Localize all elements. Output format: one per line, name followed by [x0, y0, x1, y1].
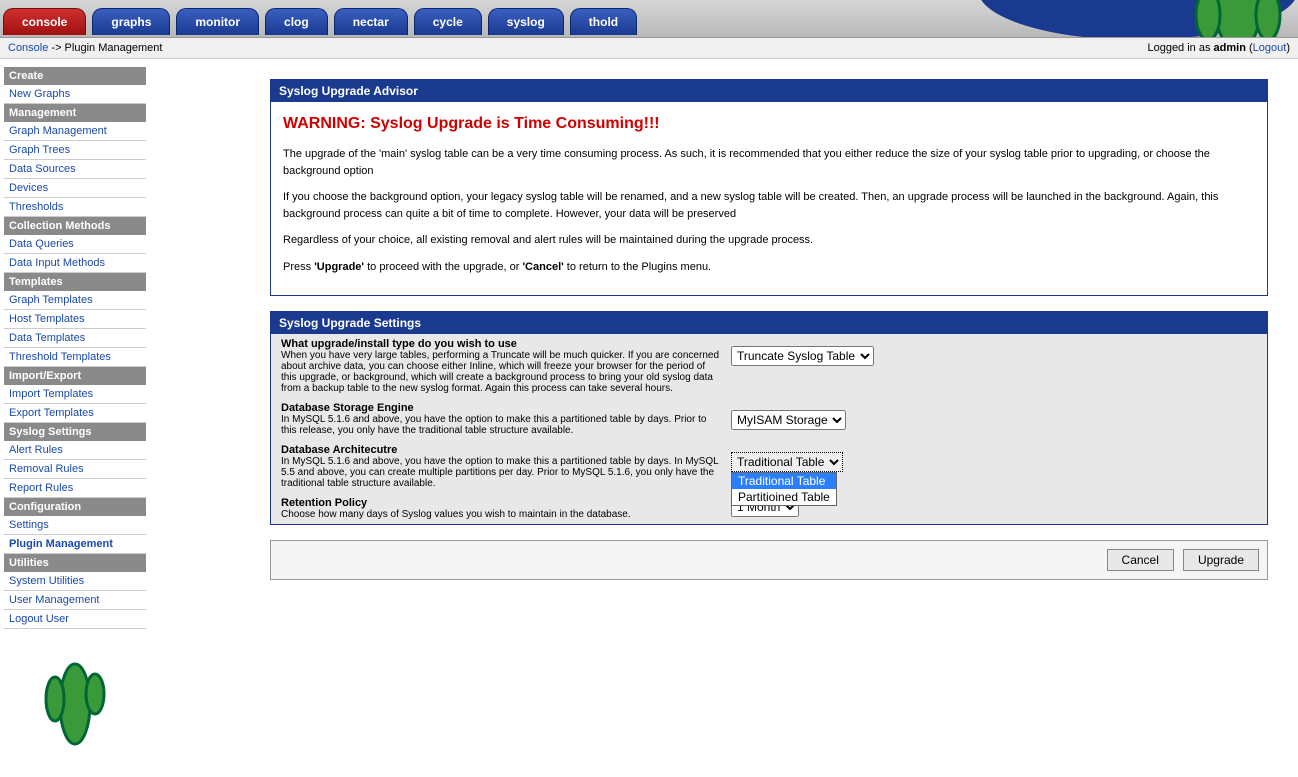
architecture-option-traditional[interactable]: Traditional Table — [732, 473, 836, 489]
cactus-logo — [35, 649, 115, 749]
settings-header: Syslog Upgrade Settings — [271, 312, 1267, 334]
login-status: Logged in as admin (Logout) — [1147, 42, 1290, 54]
sidebar-item-graph-templates[interactable]: Graph Templates — [4, 291, 146, 310]
sidebar-item-import-templates[interactable]: Import Templates — [4, 385, 146, 404]
breadcrumb-bar: Console -> Plugin Management Logged in a… — [0, 38, 1298, 59]
tab-graphs[interactable]: graphs — [92, 8, 170, 35]
sidebar-item-report-rules[interactable]: Report Rules — [4, 479, 146, 498]
sidebar-item-data-queries[interactable]: Data Queries — [4, 235, 146, 254]
architecture-dropdown-options[interactable]: Traditional Table Partitioined Table — [731, 472, 837, 506]
cactus-decoration — [978, 0, 1298, 38]
sidebar: CreateNew GraphsManagementGraph Manageme… — [0, 59, 150, 777]
settings-body: What upgrade/install type do you wish to… — [271, 334, 1267, 524]
advisor-header: Syslog Upgrade Advisor — [271, 80, 1267, 102]
tab-nectar[interactable]: nectar — [334, 8, 408, 35]
top-tabs-bar: consolegraphsmonitorclognectarcyclesyslo… — [0, 0, 1298, 38]
upgrade-button[interactable]: Upgrade — [1183, 549, 1259, 571]
logout-link[interactable]: Logout — [1253, 42, 1287, 54]
sidebar-header: Collection Methods — [4, 217, 146, 235]
breadcrumb: Console -> Plugin Management — [8, 42, 162, 54]
upgrade-type-select[interactable]: Truncate Syslog Table — [731, 346, 874, 366]
sidebar-item-graph-trees[interactable]: Graph Trees — [4, 141, 146, 160]
tab-syslog[interactable]: syslog — [488, 8, 564, 35]
setting-architecture: Database Architecutre In MySQL 5.1.6 and… — [271, 440, 1267, 493]
sidebar-header: Management — [4, 104, 146, 122]
sidebar-item-threshold-templates[interactable]: Threshold Templates — [4, 348, 146, 367]
tab-cycle[interactable]: cycle — [414, 8, 482, 35]
sidebar-item-logout-user[interactable]: Logout User — [4, 610, 146, 629]
sidebar-header: Templates — [4, 273, 146, 291]
sidebar-item-plugin-management[interactable]: Plugin Management — [4, 535, 146, 554]
sidebar-item-thresholds[interactable]: Thresholds — [4, 198, 146, 217]
sidebar-header: Import/Export — [4, 367, 146, 385]
sidebar-item-graph-management[interactable]: Graph Management — [4, 122, 146, 141]
sidebar-item-data-sources[interactable]: Data Sources — [4, 160, 146, 179]
sidebar-item-alert-rules[interactable]: Alert Rules — [4, 441, 146, 460]
sidebar-item-user-management[interactable]: User Management — [4, 591, 146, 610]
sidebar-header: Utilities — [4, 554, 146, 572]
sidebar-item-data-input-methods[interactable]: Data Input Methods — [4, 254, 146, 273]
sidebar-item-settings[interactable]: Settings — [4, 516, 146, 535]
advisor-panel: Syslog Upgrade Advisor WARNING: Syslog U… — [270, 79, 1268, 296]
architecture-select[interactable]: Traditional Table — [731, 452, 843, 472]
tab-monitor[interactable]: monitor — [176, 8, 259, 35]
sidebar-item-new-graphs[interactable]: New Graphs — [4, 85, 146, 104]
setting-upgrade-type: What upgrade/install type do you wish to… — [271, 334, 1267, 398]
main-content: Syslog Upgrade Advisor WARNING: Syslog U… — [150, 59, 1298, 777]
breadcrumb-console-link[interactable]: Console — [8, 42, 48, 54]
tab-thold[interactable]: thold — [570, 8, 637, 35]
tab-clog[interactable]: clog — [265, 8, 328, 35]
sidebar-item-system-utilities[interactable]: System Utilities — [4, 572, 146, 591]
tab-console[interactable]: console — [3, 8, 86, 35]
action-bar: Cancel Upgrade — [270, 540, 1268, 580]
storage-engine-select[interactable]: MyISAM Storage — [731, 410, 846, 430]
cancel-button[interactable]: Cancel — [1107, 549, 1174, 571]
sidebar-item-export-templates[interactable]: Export Templates — [4, 404, 146, 423]
advisor-body: WARNING: Syslog Upgrade is Time Consumin… — [271, 102, 1267, 295]
sidebar-header: Syslog Settings — [4, 423, 146, 441]
setting-storage-engine: Database Storage Engine In MySQL 5.1.6 a… — [271, 398, 1267, 440]
sidebar-item-removal-rules[interactable]: Removal Rules — [4, 460, 146, 479]
sidebar-header: Create — [4, 67, 146, 85]
sidebar-item-host-templates[interactable]: Host Templates — [4, 310, 146, 329]
sidebar-header: Configuration — [4, 498, 146, 516]
warning-title: WARNING: Syslog Upgrade is Time Consumin… — [283, 112, 1255, 136]
architecture-option-partitioned[interactable]: Partitioined Table — [732, 489, 836, 505]
sidebar-item-devices[interactable]: Devices — [4, 179, 146, 198]
sidebar-item-data-templates[interactable]: Data Templates — [4, 329, 146, 348]
settings-panel: Syslog Upgrade Settings What upgrade/ins… — [270, 311, 1268, 525]
